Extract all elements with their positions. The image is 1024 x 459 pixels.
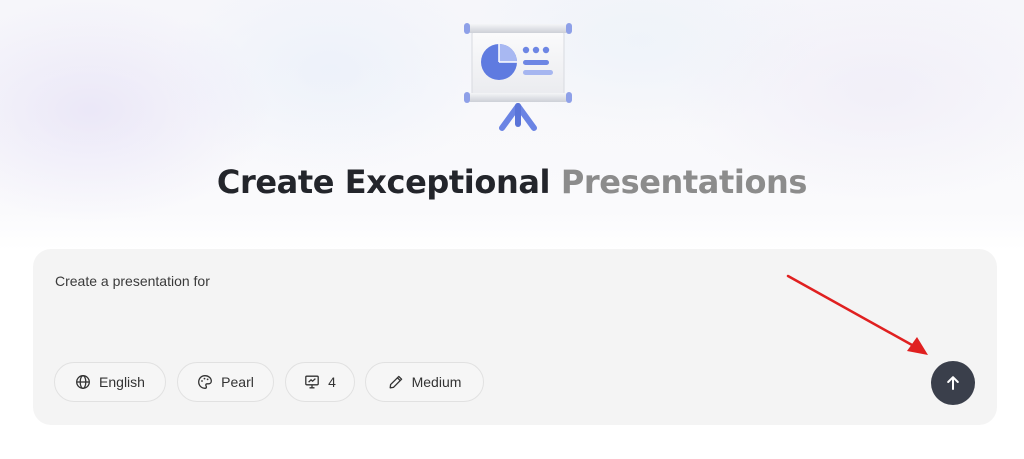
send-button[interactable]	[931, 361, 975, 405]
theme-select-button[interactable]: Pearl	[177, 362, 274, 402]
palette-icon	[197, 374, 213, 390]
length-select-button[interactable]: Medium	[365, 362, 484, 402]
page-headline: Create Exceptional Presentations	[0, 163, 1024, 201]
language-select-button[interactable]: English	[54, 362, 166, 402]
slide-count-button[interactable]: 4	[285, 362, 355, 402]
prompt-input[interactable]: Create a presentation for	[55, 273, 210, 289]
prompt-card: Create a presentation for English Pearl	[33, 249, 997, 425]
pencil-icon	[388, 374, 404, 390]
headline-main: Create Exceptional	[216, 163, 551, 201]
presentation-board-icon	[462, 18, 574, 134]
arrow-up-icon	[944, 374, 962, 392]
language-label: English	[99, 374, 145, 390]
theme-label: Pearl	[221, 374, 254, 390]
globe-icon	[75, 374, 91, 390]
length-label: Medium	[411, 374, 462, 390]
slide-count-label: 4	[328, 374, 336, 390]
headline-highlight: Presentations	[560, 163, 808, 201]
slides-icon	[304, 374, 320, 390]
